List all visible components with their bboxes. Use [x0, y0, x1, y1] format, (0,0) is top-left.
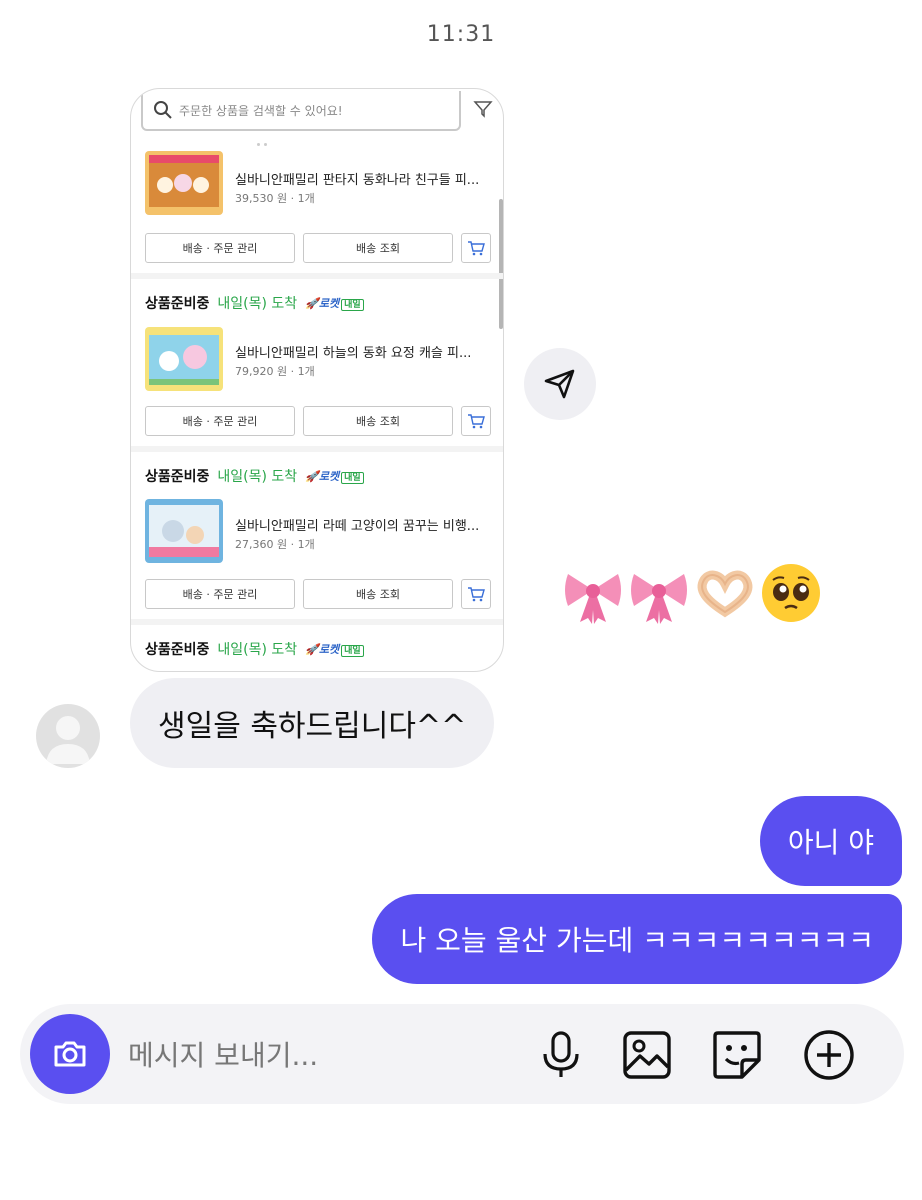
- arrival-date: 내일(목) 도착: [217, 642, 298, 658]
- arrival-date: 내일(목) 도착: [217, 469, 298, 485]
- order-header: 상품준비중 내일(목) 도착 🚀로켓 내일: [145, 466, 364, 486]
- product-price: 79,920 원 · 1개: [235, 365, 315, 378]
- order-manage-button[interactable]: 배송 · 주문 관리: [145, 579, 295, 609]
- order-header: 상품준비중 내일(목) 도착 🚀로켓 내일: [145, 293, 364, 313]
- pager-dots: [257, 131, 277, 146]
- cart-icon: [468, 587, 485, 602]
- add-to-cart-button[interactable]: [461, 579, 491, 609]
- section-divider: [131, 619, 503, 625]
- product-name: 실바니안패밀리 하늘의 동화 요정 캐슬 피...: [235, 346, 472, 361]
- image-icon: [623, 1031, 671, 1079]
- voice-message-button[interactable]: [534, 1028, 588, 1082]
- product-price: 39,530 원 · 1개: [235, 192, 315, 205]
- product-price: 27,360 원 · 1개: [235, 538, 315, 551]
- camera-button[interactable]: [30, 1014, 110, 1094]
- outgoing-message-bubble[interactable]: 아니 야: [759, 796, 902, 886]
- track-delivery-button[interactable]: 배송 조회: [303, 406, 453, 436]
- message-composer: 메시지 보내기...: [20, 1004, 904, 1104]
- ribbon-icon: [631, 574, 687, 624]
- order-header: 상품준비중 내일(목) 도착 🚀로켓 내일: [145, 639, 364, 659]
- product-thumbnail: [145, 327, 223, 391]
- scrollbar: [499, 199, 503, 329]
- message-input[interactable]: 메시지 보내기...: [128, 1034, 508, 1074]
- section-divider: [131, 446, 503, 452]
- filter-icon: [473, 101, 493, 118]
- add-to-cart-button[interactable]: [461, 233, 491, 263]
- track-delivery-button[interactable]: 배송 조회: [303, 233, 453, 263]
- sticker-icon: [713, 1031, 761, 1079]
- order-manage-button[interactable]: 배송 · 주문 관리: [145, 233, 295, 263]
- default-avatar-icon: [46, 716, 90, 764]
- order-status: 상품준비중: [145, 469, 210, 485]
- send-icon: [544, 369, 575, 399]
- shared-screenshot-card[interactable]: 주문한 상품을 검색할 수 있어요! 실바니안패밀리 판타지 동화나라 친구들 …: [130, 88, 504, 672]
- message-reaction[interactable]: [560, 560, 824, 626]
- search-icon: [154, 101, 172, 119]
- product-thumbnail: [145, 499, 223, 563]
- product-name: 실바니안패밀리 라떼 고양이의 꿈꾸는 비행...: [235, 519, 480, 534]
- rocket-delivery-badge: 🚀로켓 내일: [305, 641, 364, 657]
- order-status: 상품준비중: [145, 642, 210, 658]
- ribbon-icon: [565, 574, 621, 624]
- rocket-delivery-badge: 🚀로켓 내일: [305, 468, 364, 484]
- pleading-face-icon: [762, 564, 820, 622]
- share-button[interactable]: [524, 348, 596, 420]
- add-to-cart-button[interactable]: [461, 406, 491, 436]
- status-time: 11:31: [426, 22, 496, 47]
- track-delivery-button[interactable]: 배송 조회: [303, 579, 453, 609]
- order-status: 상품준비중: [145, 296, 210, 312]
- microphone-icon: [543, 1031, 579, 1077]
- incoming-message-bubble[interactable]: 생일을 축하드립니다^^: [130, 678, 495, 768]
- cart-icon: [468, 414, 485, 429]
- search-placeholder: 주문한 상품을 검색할 수 있어요!: [179, 103, 343, 118]
- arrival-date: 내일(목) 도착: [217, 296, 298, 312]
- rocket-delivery-badge: 🚀로켓 내일: [305, 295, 364, 311]
- order-search-bar: 주문한 상품을 검색할 수 있어요!: [141, 91, 461, 131]
- heart-hands-icon: [697, 570, 753, 618]
- more-options-button[interactable]: [802, 1028, 856, 1082]
- cart-icon: [468, 241, 485, 256]
- camera-icon: [54, 1041, 86, 1067]
- plus-circle-icon: [804, 1030, 854, 1080]
- avatar[interactable]: [36, 704, 100, 768]
- product-thumbnail: [145, 151, 223, 215]
- order-manage-button[interactable]: 배송 · 주문 관리: [145, 406, 295, 436]
- gallery-button[interactable]: [620, 1028, 674, 1082]
- sticker-button[interactable]: [710, 1028, 764, 1082]
- product-name: 실바니안패밀리 판타지 동화나라 친구들 피...: [235, 173, 480, 188]
- section-divider: [131, 273, 503, 279]
- outgoing-message-bubble[interactable]: 나 오늘 울산 가는데 ㅋㅋㅋㅋㅋㅋㅋㅋㅋ: [372, 894, 902, 984]
